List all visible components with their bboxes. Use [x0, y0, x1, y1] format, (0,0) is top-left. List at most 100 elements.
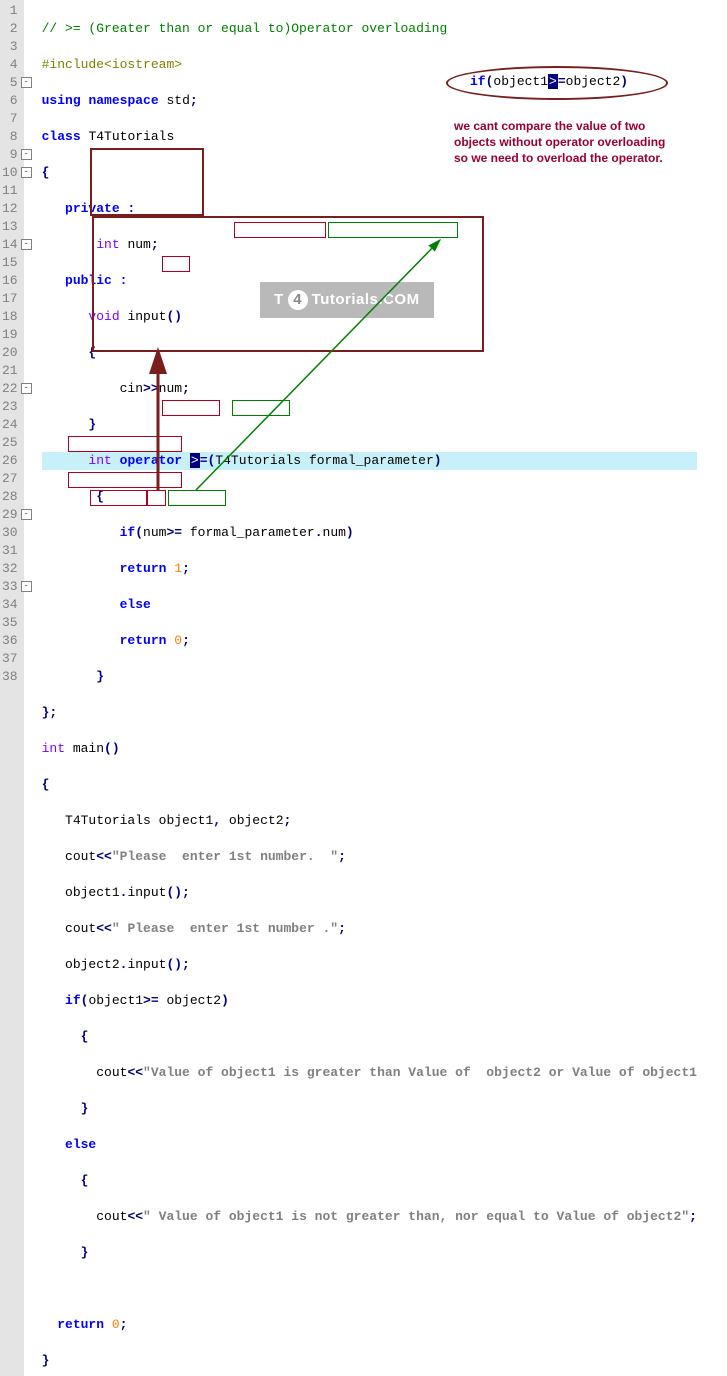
id: object2 [229, 813, 284, 828]
op: . [120, 957, 128, 972]
kw: private : [65, 201, 135, 216]
op: << [127, 1065, 143, 1080]
note-line: we cant compare the value of two [454, 118, 694, 134]
id: num [127, 237, 150, 252]
fold-icon[interactable]: - [21, 167, 32, 178]
op: << [127, 1209, 143, 1224]
code-area[interactable]: // >= (Greater than or equal to)Operator… [24, 0, 697, 1376]
fold-icon[interactable]: - [21, 149, 32, 160]
fold-icon[interactable]: - [21, 77, 32, 88]
fold-icon[interactable]: - [21, 239, 32, 250]
id: std [166, 93, 189, 108]
kw: using [42, 93, 81, 108]
op: << [96, 849, 112, 864]
id: cout [96, 1065, 127, 1080]
string: "Please enter 1st number. " [112, 849, 338, 864]
preproc-header: <iostream> [104, 57, 182, 72]
brace: { [42, 777, 50, 792]
kw: return [120, 633, 167, 648]
type: int [88, 453, 111, 468]
id: cout [65, 849, 96, 864]
op: ) [434, 453, 442, 468]
kw: return [120, 561, 167, 576]
brace: } [81, 1245, 89, 1260]
brace: { [88, 345, 96, 360]
fold-icon[interactable]: - [21, 383, 32, 394]
kw: if [120, 525, 136, 540]
id: num [323, 525, 346, 540]
op: << [96, 921, 112, 936]
type: void [88, 309, 119, 324]
op: . [315, 525, 323, 540]
op: ( [81, 993, 89, 1008]
class-name: T4Tutorials [88, 129, 174, 144]
op-highlight: > [190, 453, 200, 468]
op: ; [689, 1209, 697, 1224]
op: ; [284, 813, 292, 828]
id: cout [65, 921, 96, 936]
param: formal_parameter [309, 453, 434, 468]
id: object2 [166, 993, 221, 1008]
brace: { [81, 1029, 89, 1044]
type: int [42, 741, 65, 756]
fn: main [73, 741, 104, 756]
op: , [213, 813, 221, 828]
kw: if [65, 993, 81, 1008]
type-name: T4Tutorials [215, 453, 301, 468]
op: ) [346, 525, 354, 540]
kw: class [42, 129, 81, 144]
fold-icon[interactable]: - [21, 581, 32, 592]
brace: } [81, 1101, 89, 1116]
brace: }; [42, 705, 58, 720]
id: formal_parameter [190, 525, 315, 540]
op: ) [221, 993, 229, 1008]
op: >= [143, 993, 159, 1008]
string: "Value of object1 is greater than Value … [143, 1065, 697, 1080]
highlight-line: int operator >=(T4Tutorials formal_param… [42, 452, 697, 470]
op: (); [166, 957, 189, 972]
num: 0 [112, 1317, 120, 1332]
num: 0 [174, 633, 182, 648]
id: cout [96, 1209, 127, 1224]
comment-text: // >= (Greater than or equal to)Operator… [42, 21, 448, 36]
preproc: #include [42, 57, 104, 72]
op: >> [143, 381, 159, 396]
op: . [120, 885, 128, 900]
type-name: T4Tutorials [65, 813, 151, 828]
id: object1 [88, 993, 143, 1008]
type: int [96, 237, 119, 252]
brace: { [81, 1173, 89, 1188]
string: " Please enter 1st number ." [112, 921, 338, 936]
id: num [143, 525, 166, 540]
op: ; [338, 921, 346, 936]
string: " Value of object1 is not greater than, … [143, 1209, 689, 1224]
kw: else [120, 597, 151, 612]
fn: input [127, 309, 166, 324]
brace: } [96, 669, 104, 684]
kw: namespace [88, 93, 158, 108]
fold-icon[interactable]: - [21, 509, 32, 520]
fn: input [127, 885, 166, 900]
brace: } [42, 1353, 50, 1368]
callout-expr: if(object1>=object2) [470, 74, 628, 89]
watermark: T4Tutorials.COM [260, 282, 434, 318]
brace: { [42, 165, 50, 180]
op: ( [135, 525, 143, 540]
kw: return [57, 1317, 104, 1332]
brace: } [88, 417, 96, 432]
annotation-note: we cant compare the value of two objects… [454, 118, 694, 166]
kw: else [65, 1137, 96, 1152]
note-line: so we need to overload the operator. [454, 150, 694, 166]
kw: operator [120, 453, 182, 468]
note-line: objects without operator overloading [454, 134, 694, 150]
id: num [159, 381, 182, 396]
op: ; [338, 849, 346, 864]
id: object1 [65, 885, 120, 900]
line-number-gutter: 1234 5- 678 9- 10- 1112 13 14- 151617181… [0, 0, 24, 1376]
op: (); [166, 885, 189, 900]
id: object2 [65, 957, 120, 972]
code-editor: 1234 5- 678 9- 10- 1112 13 14- 151617181… [0, 0, 727, 1376]
num: 1 [174, 561, 182, 576]
brace: { [96, 489, 104, 504]
id: cin [120, 381, 143, 396]
